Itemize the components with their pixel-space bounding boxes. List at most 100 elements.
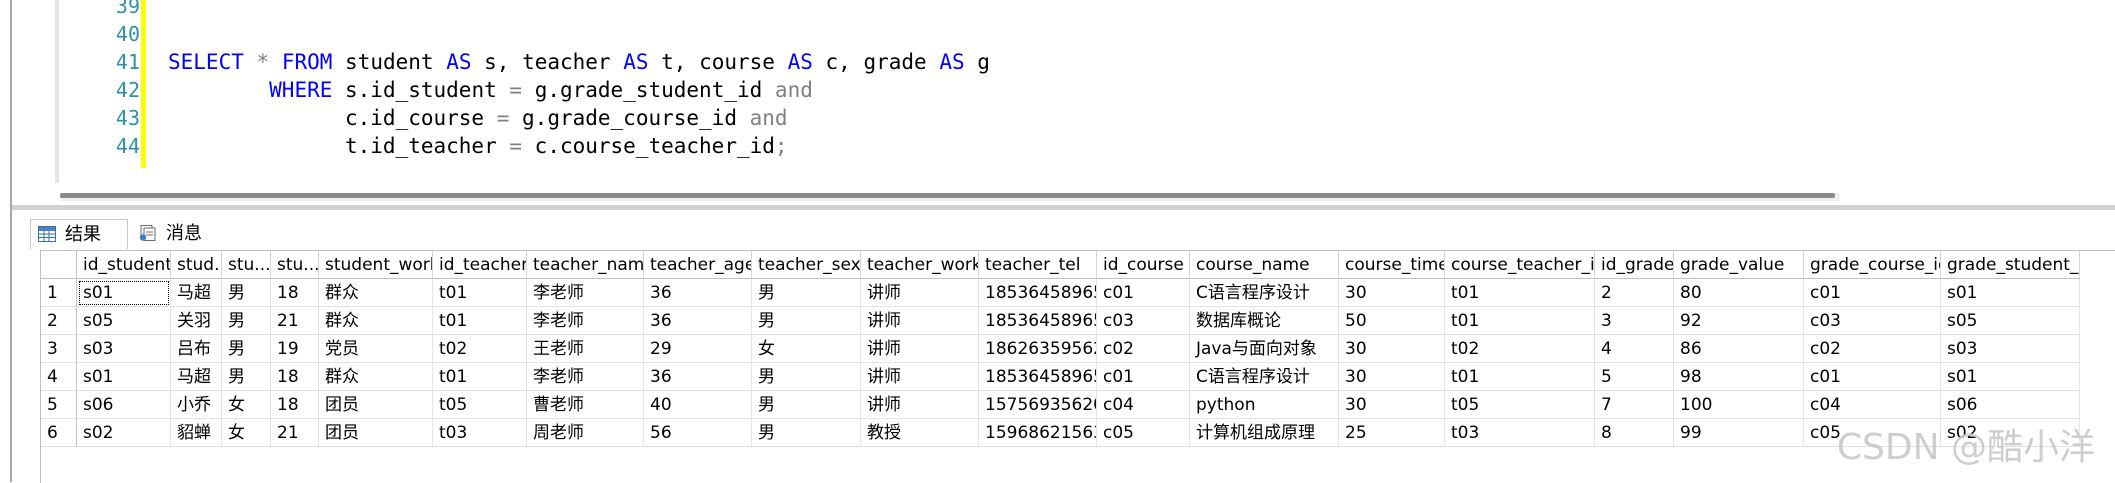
table-cell[interactable]: c01 <box>1097 363 1190 391</box>
table-cell[interactable]: 关羽 <box>171 307 222 335</box>
table-cell[interactable]: 15968621563 <box>979 419 1097 447</box>
table-cell[interactable]: t01 <box>433 307 527 335</box>
column-header[interactable]: stud... <box>171 251 222 279</box>
row-number[interactable]: 5 <box>41 391 77 419</box>
table-cell[interactable]: 李老师 <box>527 307 644 335</box>
table-cell[interactable]: c01 <box>1097 279 1190 307</box>
results-grid[interactable]: id_studentstud...stu...stu...student_wor… <box>40 250 2115 483</box>
table-cell[interactable]: s01 <box>1941 363 2080 391</box>
table-cell[interactable]: c01 <box>1804 363 1941 391</box>
table-cell[interactable]: 19 <box>271 335 319 363</box>
table-cell[interactable]: t05 <box>1445 391 1595 419</box>
column-header[interactable]: grade_value <box>1674 251 1804 279</box>
table-cell[interactable]: 男 <box>752 279 861 307</box>
column-header[interactable]: teacher_sex <box>752 251 861 279</box>
column-header[interactable]: id_grade <box>1595 251 1674 279</box>
row-number[interactable]: 1 <box>41 279 77 307</box>
table-cell[interactable]: s03 <box>1941 335 2080 363</box>
table-cell[interactable]: 2 <box>1595 279 1674 307</box>
table-cell[interactable]: 讲师 <box>861 307 979 335</box>
table-cell[interactable]: c03 <box>1097 307 1190 335</box>
table-cell[interactable]: 100 <box>1674 391 1804 419</box>
column-header[interactable]: grade_student_id <box>1941 251 2080 279</box>
row-number[interactable]: 2 <box>41 307 77 335</box>
table-cell[interactable]: 36 <box>644 363 752 391</box>
tab-messages[interactable]: 消息 <box>132 219 224 249</box>
table-cell[interactable]: t01 <box>1445 363 1595 391</box>
column-header[interactable]: teacher_age <box>644 251 752 279</box>
table-cell[interactable]: 团员 <box>319 391 433 419</box>
table-cell[interactable]: 计算机组成原理 <box>1190 419 1339 447</box>
table-cell[interactable]: s01 <box>1941 279 2080 307</box>
table-cell[interactable]: s01 <box>77 279 171 307</box>
table-cell[interactable]: 50 <box>1339 307 1445 335</box>
table-cell[interactable]: 男 <box>752 419 861 447</box>
table-cell[interactable]: t01 <box>433 363 527 391</box>
code-line[interactable]: WHERE s.id_student = g.grade_student_id … <box>168 76 813 104</box>
row-number[interactable]: 3 <box>41 335 77 363</box>
table-cell[interactable]: 30 <box>1339 335 1445 363</box>
scrollbar-thumb[interactable] <box>60 193 1835 198</box>
table-cell[interactable]: t03 <box>433 419 527 447</box>
table-cell[interactable]: 8 <box>1595 419 1674 447</box>
table-cell[interactable]: 讲师 <box>861 279 979 307</box>
table-cell[interactable]: s05 <box>1941 307 2080 335</box>
table-cell[interactable]: t01 <box>1445 279 1595 307</box>
code-line[interactable]: c.id_course = g.grade_course_id and <box>168 104 788 132</box>
table-cell[interactable]: 86 <box>1674 335 1804 363</box>
column-header[interactable]: course_name <box>1190 251 1339 279</box>
table-cell[interactable]: 30 <box>1339 391 1445 419</box>
table-cell[interactable]: 群众 <box>319 279 433 307</box>
table-cell[interactable]: s02 <box>77 419 171 447</box>
table-cell[interactable]: 30 <box>1339 279 1445 307</box>
table-cell[interactable]: Java与面向对象 <box>1190 335 1339 363</box>
table-cell[interactable]: 王老师 <box>527 335 644 363</box>
column-header[interactable]: teacher_tel <box>979 251 1097 279</box>
table-cell[interactable]: 36 <box>644 307 752 335</box>
table-cell[interactable]: 男 <box>752 363 861 391</box>
table-cell[interactable]: t01 <box>433 279 527 307</box>
table-cell[interactable]: 18 <box>271 279 319 307</box>
table-cell[interactable]: 小乔 <box>171 391 222 419</box>
table-cell[interactable]: 貂蝉 <box>171 419 222 447</box>
column-header[interactable]: course_time <box>1339 251 1445 279</box>
table-cell[interactable]: 7 <box>1595 391 1674 419</box>
tab-results[interactable]: 结果 <box>30 219 128 249</box>
column-header[interactable]: id_teacher <box>433 251 527 279</box>
column-header[interactable]: course_teacher_id <box>1445 251 1595 279</box>
table-cell[interactable]: 曹老师 <box>527 391 644 419</box>
code-line[interactable]: SELECT * FROM student AS s, teacher AS t… <box>168 48 990 76</box>
table-cell[interactable]: t03 <box>1445 419 1595 447</box>
table-cell[interactable]: 讲师 <box>861 391 979 419</box>
column-header[interactable]: stu... <box>222 251 271 279</box>
table-cell[interactable]: c01 <box>1804 279 1941 307</box>
table-cell[interactable]: 周老师 <box>527 419 644 447</box>
table-cell[interactable]: c02 <box>1097 335 1190 363</box>
table-cell[interactable]: 18536458965 <box>979 307 1097 335</box>
table-cell[interactable]: 男 <box>752 391 861 419</box>
grid-corner[interactable] <box>41 251 77 279</box>
table-cell[interactable]: c02 <box>1804 335 1941 363</box>
table-cell[interactable]: 29 <box>644 335 752 363</box>
table-cell[interactable]: 3 <box>1595 307 1674 335</box>
table-cell[interactable]: 男 <box>222 279 271 307</box>
table-cell[interactable]: 18 <box>271 391 319 419</box>
table-cell[interactable]: 党员 <box>319 335 433 363</box>
table-cell[interactable]: 5 <box>1595 363 1674 391</box>
table-cell[interactable]: 讲师 <box>861 335 979 363</box>
table-cell[interactable]: 56 <box>644 419 752 447</box>
column-header[interactable]: teacher_name <box>527 251 644 279</box>
table-cell[interactable]: 30 <box>1339 363 1445 391</box>
table-cell[interactable]: 4 <box>1595 335 1674 363</box>
table-cell[interactable]: 99 <box>1674 419 1804 447</box>
row-number[interactable]: 6 <box>41 419 77 447</box>
table-cell[interactable]: t05 <box>433 391 527 419</box>
sql-editor[interactable]: 39 40 41 42 43 44 SELECT * FROM student AS s,… <box>0 0 2115 201</box>
table-cell[interactable]: 18 <box>271 363 319 391</box>
table-cell[interactable]: 女 <box>752 335 861 363</box>
table-cell[interactable]: 25 <box>1339 419 1445 447</box>
table-cell[interactable]: t01 <box>1445 307 1595 335</box>
table-cell[interactable]: 群众 <box>319 363 433 391</box>
table-cell[interactable]: 吕布 <box>171 335 222 363</box>
table-cell[interactable]: 女 <box>222 391 271 419</box>
